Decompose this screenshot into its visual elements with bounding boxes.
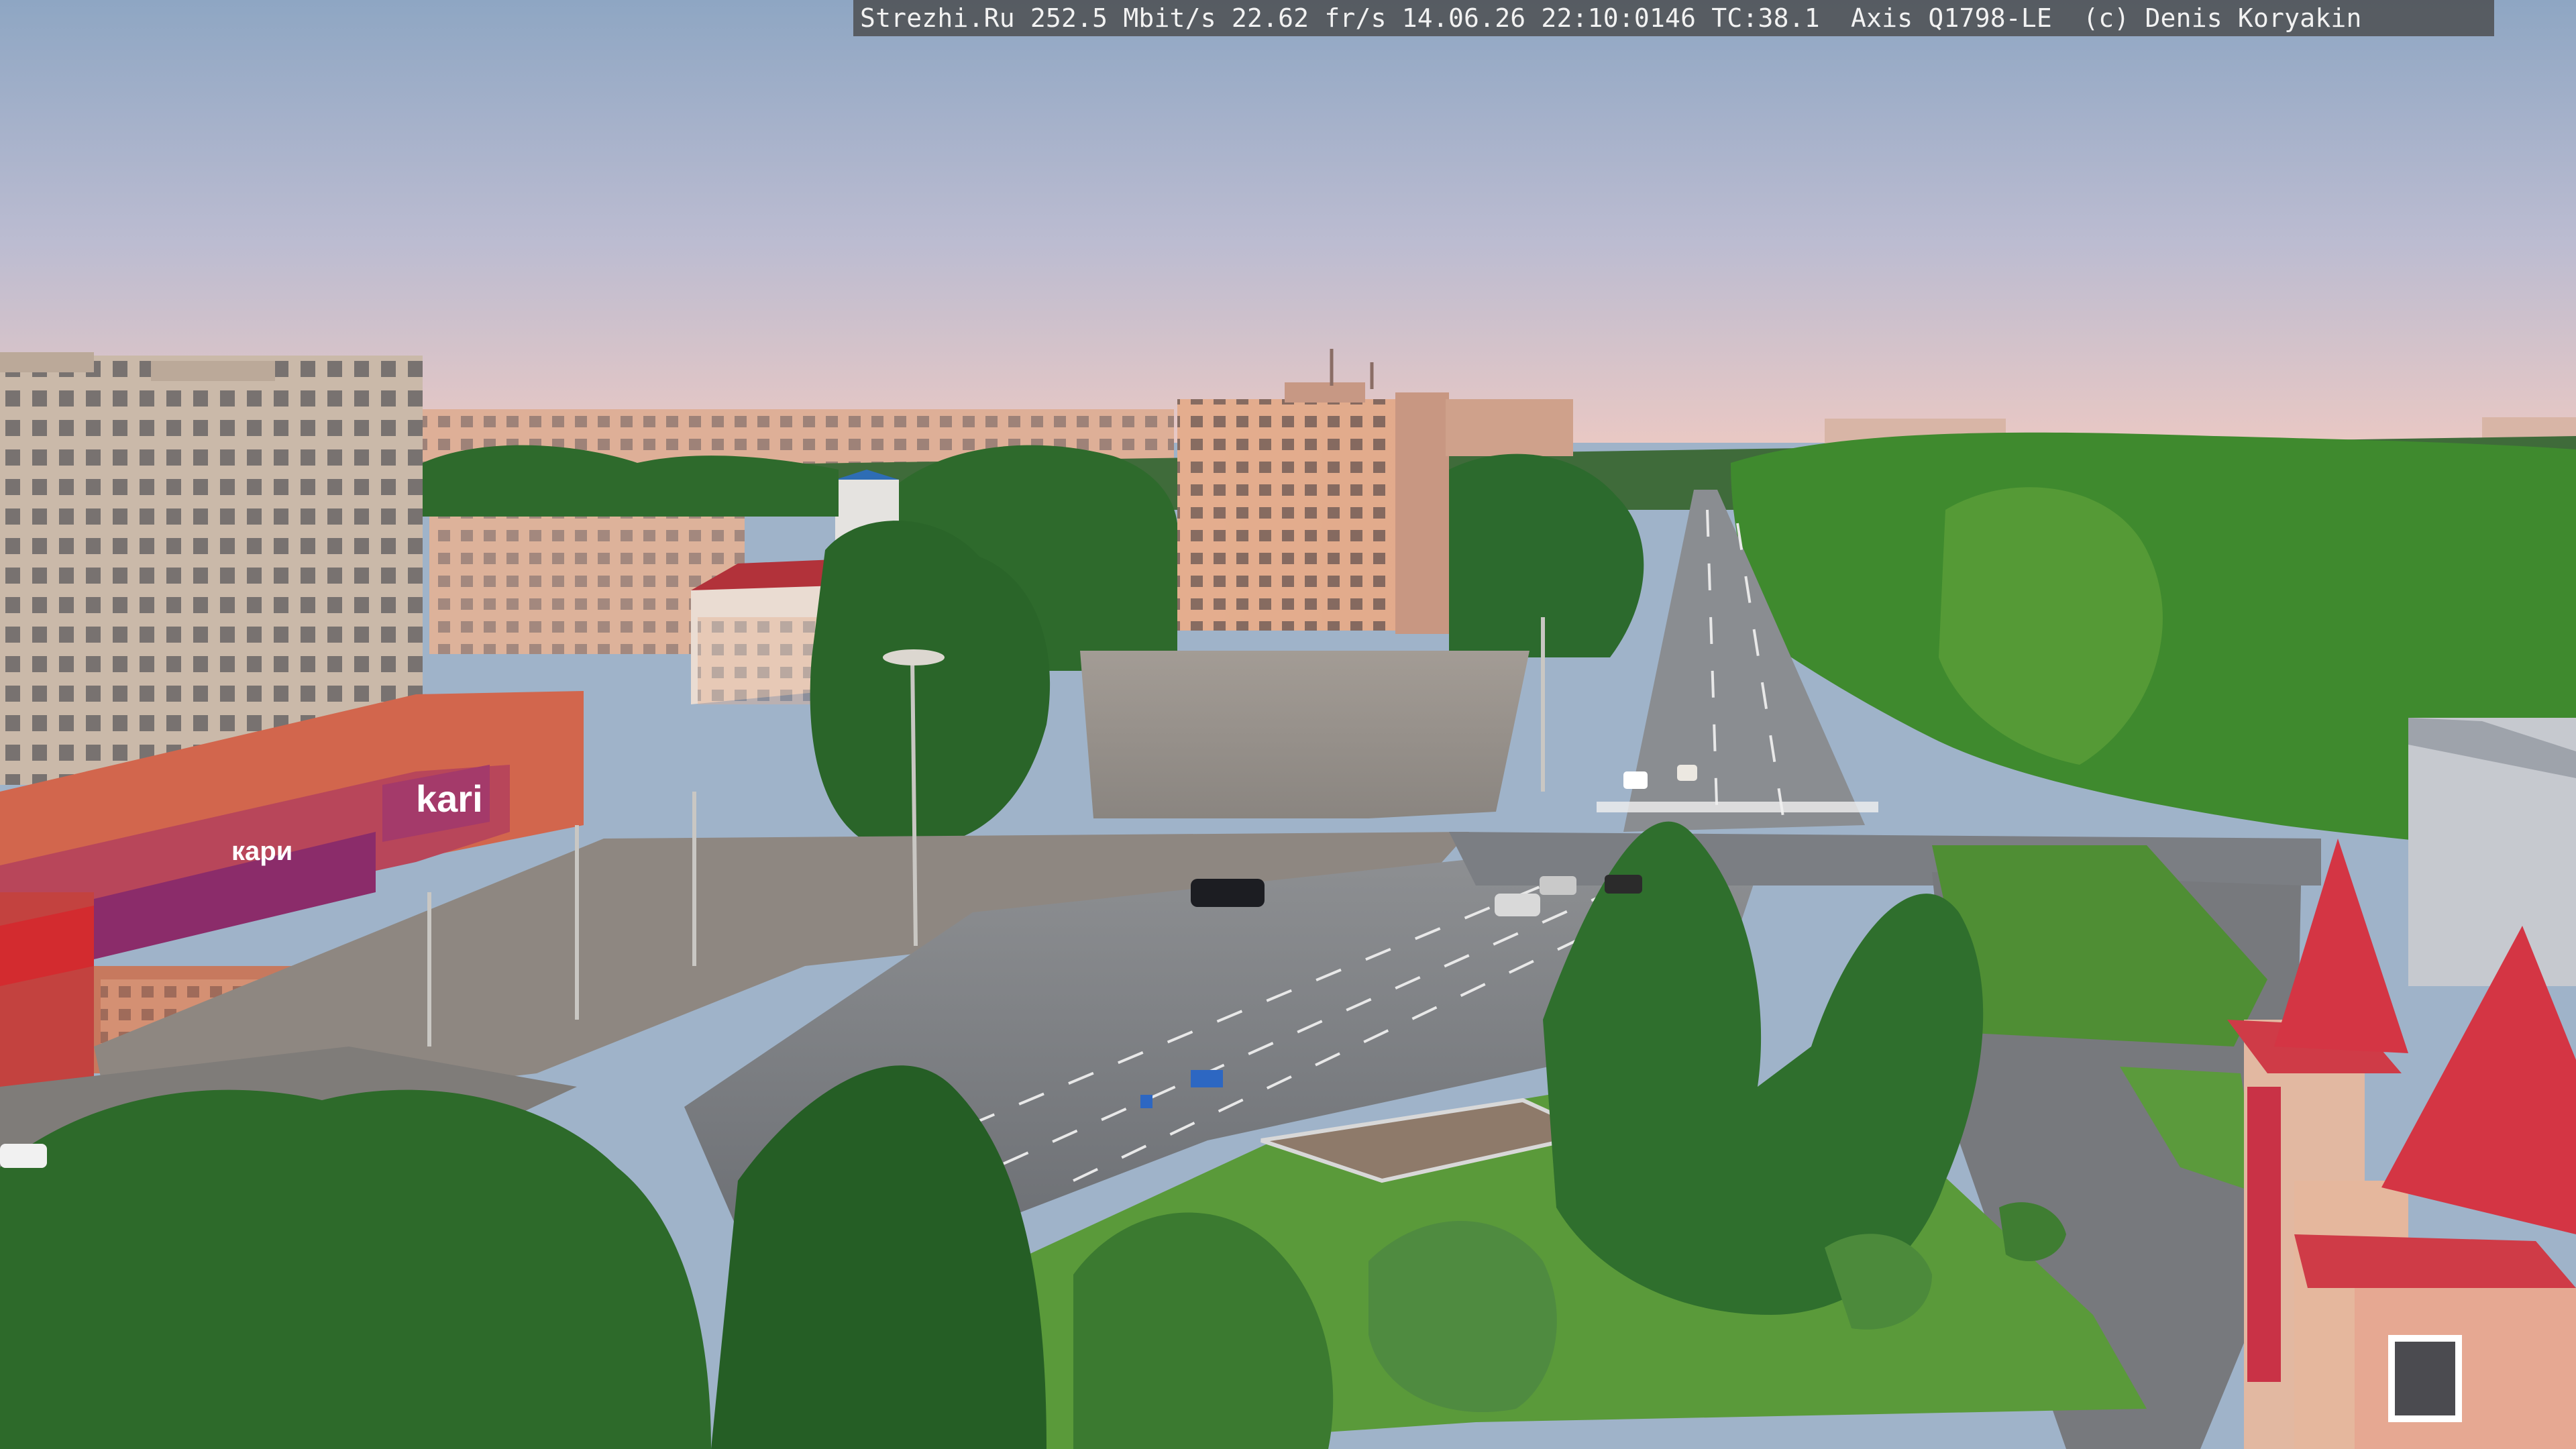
city-square-view: kari кари bbox=[0, 0, 2576, 1449]
cross-road bbox=[1449, 832, 2321, 885]
camera-info-text: Strezhi.Ru 252.5 Mbit/s 22.62 fr/s 14.06… bbox=[860, 3, 2362, 33]
lamp-top bbox=[883, 649, 945, 665]
road-sign-small bbox=[1140, 1095, 1152, 1108]
plaza bbox=[1080, 651, 1529, 818]
store-banner: кари bbox=[231, 837, 292, 866]
crosswalk bbox=[1597, 802, 1878, 812]
camera-info-bar: Strezhi.Ru 252.5 Mbit/s 22.62 fr/s 14.06… bbox=[853, 0, 2494, 36]
webcam-scene: kari кари Strezhi.Ru 252.5 Mbit/s 22.62 … bbox=[0, 0, 2576, 1449]
store-sign-kari: kari bbox=[416, 777, 483, 820]
road-sign bbox=[1191, 1070, 1223, 1087]
